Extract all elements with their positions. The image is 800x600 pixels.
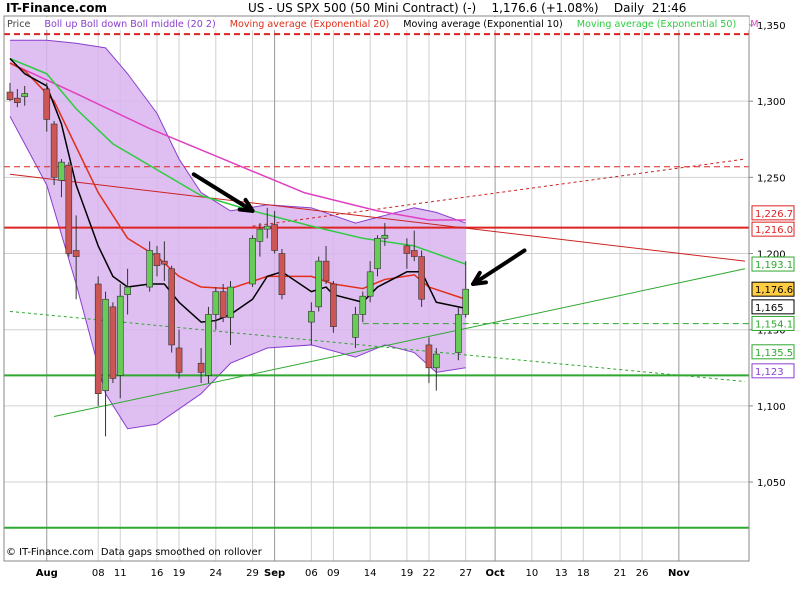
y-tick-label: 1,100	[757, 402, 786, 413]
y-tick-label: 1,300	[757, 97, 786, 108]
x-tick-label: 16	[151, 568, 164, 579]
candle-up	[308, 311, 315, 323]
candle-down	[403, 245, 411, 254]
candle-down	[175, 347, 183, 373]
candle-up	[374, 237, 381, 270]
x-tick-label: 10	[525, 568, 538, 579]
candle-up	[315, 260, 323, 308]
legend-item: Price	[7, 19, 31, 30]
candle-down	[168, 268, 175, 346]
legend-item: Boll up Boll down Boll middle (20 2)	[44, 19, 215, 30]
y-tick-label: 1,250	[757, 173, 786, 184]
x-tick-label: Oct	[485, 568, 504, 579]
candle-up	[58, 161, 65, 181]
brand-label: IT-Finance.com	[6, 1, 107, 15]
candle-up	[432, 353, 440, 369]
candle-up	[212, 291, 220, 315]
legend-item: Moving average (Exponential 50)	[577, 19, 737, 30]
x-tick-label: 08	[92, 568, 105, 579]
candle-up	[366, 271, 374, 297]
price-label-text: 1,135.5	[755, 348, 793, 359]
candle-up	[102, 298, 109, 391]
candle-up	[381, 234, 389, 239]
candle-down	[219, 291, 227, 318]
candle-down	[330, 283, 337, 327]
x-tick-label: Nov	[668, 568, 690, 579]
x-tick-label: 14	[364, 568, 377, 579]
candle-up	[256, 228, 264, 242]
legend-item: Moving average (Exponential 20)	[230, 19, 390, 30]
candle-up	[205, 314, 212, 376]
chart-title: US - US SPX 500 (50 Mini Contract) (-) 1…	[248, 1, 686, 15]
price-label-text: 1,123	[755, 367, 784, 378]
candle-up	[124, 286, 131, 295]
candle-down	[271, 224, 278, 251]
candle-down	[278, 253, 286, 295]
x-tick-label: 19	[173, 568, 186, 579]
x-tick-label: 27	[459, 568, 472, 579]
price-label-text: 1,176.6	[755, 285, 793, 296]
candle-down	[322, 260, 330, 282]
candle-down	[197, 362, 205, 373]
candle-down	[153, 253, 161, 267]
candle-down	[109, 306, 117, 379]
candle-up	[263, 225, 271, 230]
price-label-text: 1,165	[755, 303, 784, 314]
candle-down	[94, 283, 102, 394]
rollover-note: Data gaps smoothed on rollover	[101, 547, 263, 558]
candle-down	[425, 344, 433, 369]
y-tick-label: 1,050	[757, 478, 786, 489]
x-tick-label: Sep	[264, 568, 285, 579]
x-tick-label: 09	[327, 568, 340, 579]
x-tick-label: 13	[555, 568, 568, 579]
x-tick-label: Aug	[36, 568, 58, 579]
price-label-text: 1,226.7	[755, 209, 793, 220]
x-tick-label: 06	[305, 568, 318, 579]
candle-up	[227, 286, 234, 318]
candle-down	[65, 164, 73, 254]
candle-up	[352, 314, 359, 338]
price-chart: 1,3501,3001,2501,2001,1501,1001,050 Aug 0…	[0, 0, 800, 600]
price-labels: 1,226.7 1,216.0 1,193.1 1,176.6 1,165 1,154.1…	[751, 205, 795, 379]
x-tick-label: 21	[614, 568, 627, 579]
candle-up	[21, 93, 29, 97]
candle-down	[6, 91, 14, 100]
price-label-text: 1,193.1	[755, 260, 793, 271]
x-tick-label: 22	[423, 568, 436, 579]
footer-copyright: © IT-Finance.com Data gaps smoothed on r…	[6, 547, 263, 558]
legend-item: Moving average (Exponential 10)	[403, 19, 563, 30]
candle-down	[418, 256, 425, 300]
copyright-text: © IT-Finance.com	[6, 547, 94, 558]
legend: Price Boll up Boll down Boll middle (20 2…	[5, 17, 759, 30]
candle-up	[359, 295, 367, 315]
legend-item: M	[750, 19, 758, 30]
candle-up	[116, 295, 124, 376]
candle-up	[455, 314, 462, 353]
x-tick-label: 11	[114, 568, 127, 579]
x-tick-label: 18	[577, 568, 590, 579]
candle-up	[146, 250, 153, 288]
price-label-text: 1,154.1	[755, 319, 793, 330]
price-label-text: 1,216.0	[755, 225, 793, 236]
y-tick-label: 1,350	[757, 21, 786, 32]
candle-down	[72, 250, 80, 257]
candle-down	[161, 260, 168, 265]
x-tick-label: 24	[209, 568, 222, 579]
candle-down	[410, 250, 418, 257]
x-tick-label: 29	[246, 568, 259, 579]
x-tick-label: 26	[636, 568, 649, 579]
candle-down	[43, 88, 51, 120]
candle-down	[14, 97, 21, 103]
x-tick-label: 19	[401, 568, 414, 579]
candle-up	[249, 237, 256, 285]
candle-down	[50, 123, 58, 178]
candle-up	[462, 288, 470, 315]
